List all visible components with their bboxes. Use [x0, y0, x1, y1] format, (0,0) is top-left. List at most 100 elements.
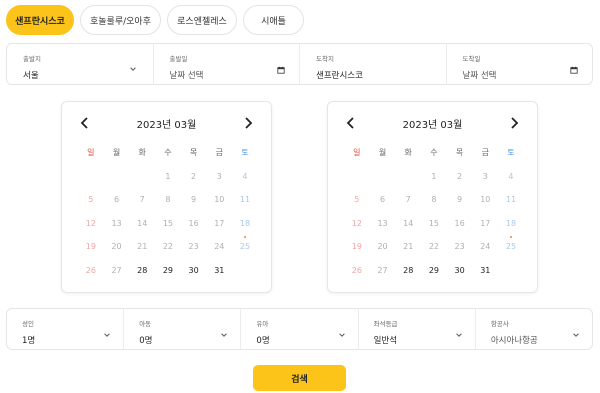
empty-day [129, 171, 155, 195]
day-cell: 25 [232, 236, 258, 265]
chevron-down-icon [338, 333, 345, 337]
day-cell: 5 [354, 195, 360, 205]
day-cell[interactable]: 29 [421, 265, 447, 289]
infant-select[interactable]: 유아 0명 [241, 309, 359, 349]
day-cell: 6 [113, 195, 120, 205]
day-cell: 11 [505, 195, 517, 205]
calendar-icon [570, 66, 578, 74]
day-cell[interactable]: 30 [181, 265, 207, 289]
day-cell: 13 [111, 218, 122, 228]
tab-san-francisco[interactable]: 샌프란시스코 [6, 5, 74, 35]
weekday-header: 월 [112, 148, 121, 157]
chevron-down-icon [104, 333, 110, 337]
day-cell: 7 [405, 195, 411, 205]
weekday-header: 수 [164, 148, 172, 157]
day-cell: 22 [162, 242, 173, 252]
day-cell: 5 [88, 195, 94, 205]
day-cell: 23 [188, 242, 199, 252]
day-cell[interactable]: 31 [206, 265, 232, 289]
day-cell: 9 [191, 195, 197, 205]
weekday-header: 화 [138, 148, 146, 157]
day-cell: 15 [428, 218, 439, 228]
day-cell: 13 [377, 218, 388, 228]
calendar-month-title: 2023년 03월 [402, 120, 463, 131]
day-cell: 16 [188, 218, 199, 228]
empty-day [344, 171, 370, 195]
day-cell[interactable]: 30 [447, 265, 473, 289]
arrival-label: 도착지 [316, 55, 334, 63]
adult-label: 성인 [22, 320, 34, 328]
weekday-header: 목 [189, 148, 198, 157]
calendar-icon [277, 66, 285, 74]
calendar-grid: 일 월 화 수 목 금 토 1 2 3 4 5 6 7 8 9 10 11 12 13 14 15 16 17 18 19 20 21… [78, 147, 258, 289]
day-cell: 4 [242, 171, 248, 181]
chevron-down-icon [573, 333, 579, 337]
calendar-grid: 일 월 화 수 목 금 토 1 2 3 4 5 6 7 8 9 10 11 12 13 14 15 16 17 18 19 20 21… [344, 147, 524, 289]
day-cell: 10 [214, 195, 225, 205]
day-cell: 25 [498, 236, 524, 265]
day-cell: 12 [85, 218, 96, 228]
day-cell: 3 [216, 171, 222, 181]
arrival-value: 샌프란시스코 [316, 71, 363, 81]
depart-date-field[interactable]: 출발일 날짜 선택 [154, 44, 300, 84]
chevron-down-icon [456, 333, 462, 337]
day-cell: 20 [111, 242, 122, 252]
day-cell: 26 [351, 265, 362, 275]
empty-day [370, 171, 396, 195]
day-cell: 21 [137, 242, 148, 252]
city-tabs: 샌프란시스코 호놀룰루/오아후 로스엔젤레스 시애틀 [6, 5, 304, 35]
day-cell: 1 [165, 171, 171, 181]
arrive-date-label: 도착일 [462, 55, 481, 63]
depart-date-label: 출발일 [169, 55, 188, 63]
day-cell: 27 [377, 265, 388, 275]
chevron-down-icon [129, 67, 136, 71]
day-cell: 2 [191, 171, 197, 181]
day-cell: 12 [351, 218, 362, 228]
day-cell: 24 [214, 242, 225, 252]
day-cell[interactable]: 28 [395, 265, 421, 289]
tab-seattle[interactable]: 시애틀 [243, 5, 304, 35]
tab-los-angeles[interactable]: 로스엔젤레스 [167, 5, 237, 35]
day-cell: 10 [480, 195, 491, 205]
chevron-right-icon[interactable] [507, 116, 521, 130]
weekday-header: 목 [455, 148, 464, 157]
arrival-field[interactable]: 도착지 샌프란시스코 [300, 44, 447, 84]
day-cell: 21 [403, 242, 414, 252]
calendar-month-title: 2023년 03월 [136, 120, 197, 131]
day-cell: 14 [403, 218, 414, 228]
day-cell: 22 [428, 242, 439, 252]
adult-select[interactable]: 성인 1명 [7, 309, 125, 349]
day-cell: 2 [457, 171, 463, 181]
calendar-left: 2023년 03월 일 월 화 수 목 금 토 1 2 3 4 5 6 7 8 9 10 11 12 13 14 15 16… [61, 101, 272, 293]
weekday-header: 월 [378, 148, 387, 157]
day-cell: 19 [351, 242, 362, 252]
day-cell: 16 [454, 218, 465, 228]
day-cell: 1 [431, 171, 437, 181]
day-cell: 14 [137, 218, 148, 228]
search-button[interactable]: 검색 [253, 365, 346, 391]
weekday-header: 토 [241, 148, 249, 157]
tab-honolulu[interactable]: 호놀룰루/오아후 [80, 5, 161, 35]
child-select[interactable]: 아동 0명 [124, 309, 242, 349]
day-cell[interactable]: 31 [472, 265, 498, 289]
day-cell[interactable]: 29 [155, 265, 181, 289]
seat-class-select[interactable]: 좌석등급 일반석 [359, 309, 476, 349]
chevron-right-icon[interactable] [241, 116, 255, 130]
day-cell: 19 [85, 242, 96, 252]
arrive-date-field[interactable]: 도착일 날짜 선택 [447, 44, 593, 84]
departure-field[interactable]: 출발지 서울 [7, 44, 154, 84]
day-cell: 6 [379, 195, 386, 205]
weekday-header: 일 [87, 148, 95, 157]
day-cell: 15 [162, 218, 173, 228]
day-cell: 26 [85, 265, 96, 275]
weekday-header: 금 [215, 148, 223, 157]
day-cell[interactable]: 28 [129, 265, 155, 289]
day-cell: 9 [457, 195, 463, 205]
day-cell: 7 [139, 195, 145, 205]
day-cell: 24 [480, 242, 491, 252]
weekday-header: 화 [404, 148, 412, 157]
weekday-header: 일 [353, 148, 361, 157]
day-cell: 3 [482, 171, 488, 181]
airline-select[interactable]: 항공사 아시아나항공 [476, 309, 592, 349]
weekday-header: 토 [507, 148, 515, 157]
